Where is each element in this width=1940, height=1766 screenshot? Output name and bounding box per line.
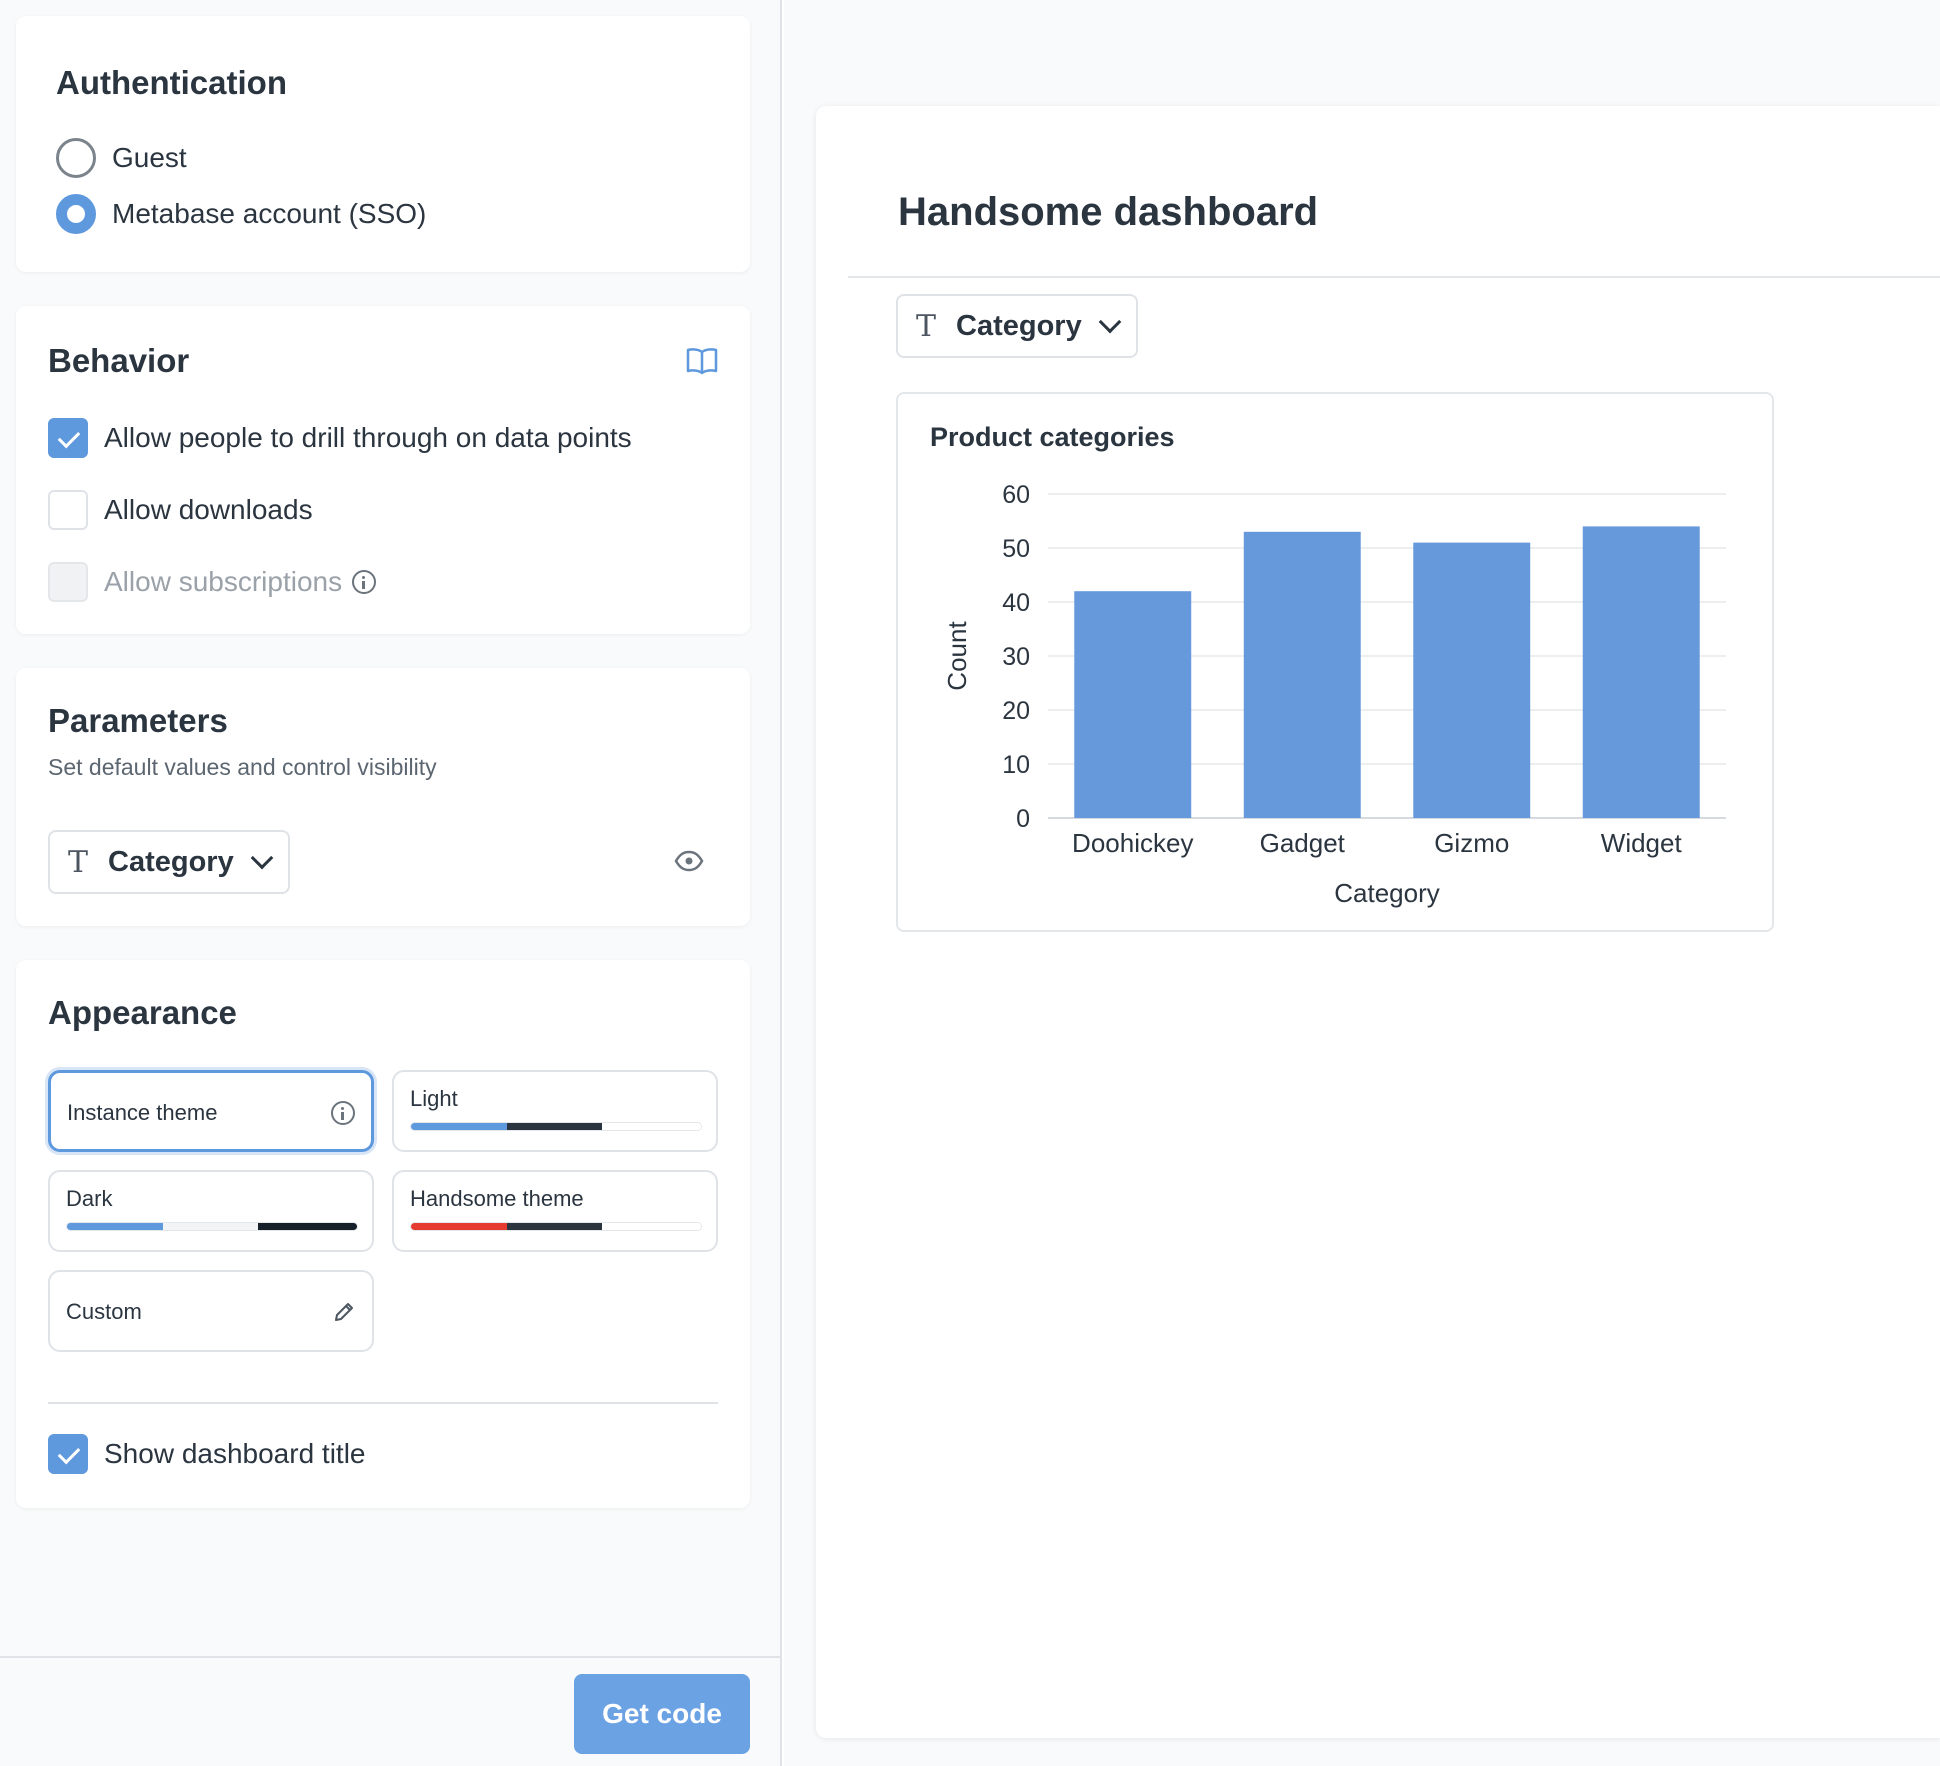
radio-sso-label: Metabase account (SSO) [112,198,427,229]
bar [1582,526,1700,818]
dashboard-preview: Handsome dashboard T Category Product ca… [816,106,1940,1738]
dashboard-title: Handsome dashboard [898,190,1319,234]
y-axis-label: Count [942,621,972,691]
x-tick-label: Gadget [1260,828,1346,858]
subscriptions-option: Allow subscriptions [48,562,377,602]
y-tick-label: 40 [1002,589,1030,617]
x-axis-label: Category [1334,878,1440,908]
x-tick-label: Gizmo [1434,828,1509,858]
radio-guest[interactable]: Guest [56,138,187,178]
show-title-option[interactable]: Show dashboard title [48,1434,366,1474]
preview-area: Handsome dashboard T Category Product ca… [784,0,1940,1766]
y-tick-label: 60 [1002,481,1030,509]
theme-custom[interactable]: Custom [48,1270,374,1352]
bar [1413,542,1531,818]
footer-divider [0,1656,782,1658]
appearance-divider [48,1402,718,1404]
radio-guest-label: Guest [112,142,187,173]
bar-chart: 0 10 20 30 40 50 60 Doohickey Gadget Gizmo Widget C… [942,481,1726,908]
info-icon[interactable] [352,570,377,594]
show-title-label: Show dashboard title [104,1438,366,1469]
theme-custom-label: Custom [66,1299,142,1324]
embed-settings-sidebar: Authentication Guest Metabase account (S… [0,0,782,1766]
theme-dark-swatch [66,1222,358,1231]
theme-handsome-swatch [410,1222,702,1231]
parameters-card: Parameters Set default values and contro… [16,668,750,926]
downloads-checkbox[interactable] [48,490,88,530]
radio-guest-circle[interactable] [56,138,96,178]
drill-through-label: Allow people to drill through on data po… [104,422,632,453]
x-tick-label: Doohickey [1072,828,1193,858]
dashboard-header-divider [848,276,1940,278]
chevron-down-icon [250,846,274,870]
radio-sso[interactable]: Metabase account (SSO) [56,194,426,234]
text-type-icon: T [68,844,89,880]
parameters-subtitle: Set default values and control visibilit… [48,754,437,780]
chevron-down-icon [1098,310,1122,334]
show-title-checkbox[interactable] [48,1434,88,1474]
dashboard-category-filter-label: Category [956,309,1082,342]
chart-card[interactable]: Product categories 0 10 20 30 40 50 60 Doohicke… [896,392,1774,932]
y-tick-label: 0 [1016,805,1030,833]
theme-light[interactable]: Light [392,1070,718,1152]
y-tick-label: 20 [1002,697,1030,725]
y-tick-label: 10 [1002,751,1030,779]
theme-handsome-label: Handsome theme [410,1186,584,1211]
behavior-card: Behavior Allow people to drill through o… [16,306,750,634]
authentication-card: Authentication Guest Metabase account (S… [16,16,750,272]
downloads-label: Allow downloads [104,494,313,525]
drill-through-option[interactable]: Allow people to drill through on data po… [48,418,632,458]
dashboard-category-filter[interactable]: T Category [896,294,1138,358]
parameters-title: Parameters [48,702,228,739]
appearance-title: Appearance [48,994,237,1031]
y-tick-label: 50 [1002,535,1030,563]
theme-light-label: Light [410,1086,458,1111]
category-filter-label: Category [108,845,234,878]
subscriptions-checkbox [48,562,88,602]
bar [1074,591,1192,818]
theme-dark-label: Dark [66,1186,113,1211]
info-icon[interactable] [331,1101,355,1125]
radio-sso-circle[interactable] [56,194,96,234]
appearance-card: Appearance Instance theme Light Dark Han… [16,960,750,1508]
book-icon[interactable] [686,346,718,376]
downloads-option[interactable]: Allow downloads [48,490,313,530]
theme-instance[interactable]: Instance theme [48,1070,374,1152]
theme-light-swatch [410,1122,702,1131]
category-filter-select[interactable]: T Category [48,830,290,894]
pencil-icon[interactable] [332,1300,356,1324]
theme-dark[interactable]: Dark [48,1170,374,1252]
y-tick-label: 30 [1002,643,1030,671]
theme-instance-label: Instance theme [67,1100,218,1125]
theme-handsome[interactable]: Handsome theme [392,1170,718,1252]
eye-icon[interactable] [674,849,704,873]
text-type-icon: T [916,308,937,344]
subscriptions-label: Allow subscriptions [104,566,343,597]
drill-through-checkbox[interactable] [48,418,88,458]
behavior-title: Behavior [48,342,190,379]
x-tick-label: Widget [1601,828,1683,858]
get-code-button[interactable]: Get code [574,1674,750,1754]
bar [1243,531,1361,818]
authentication-title: Authentication [56,64,287,101]
